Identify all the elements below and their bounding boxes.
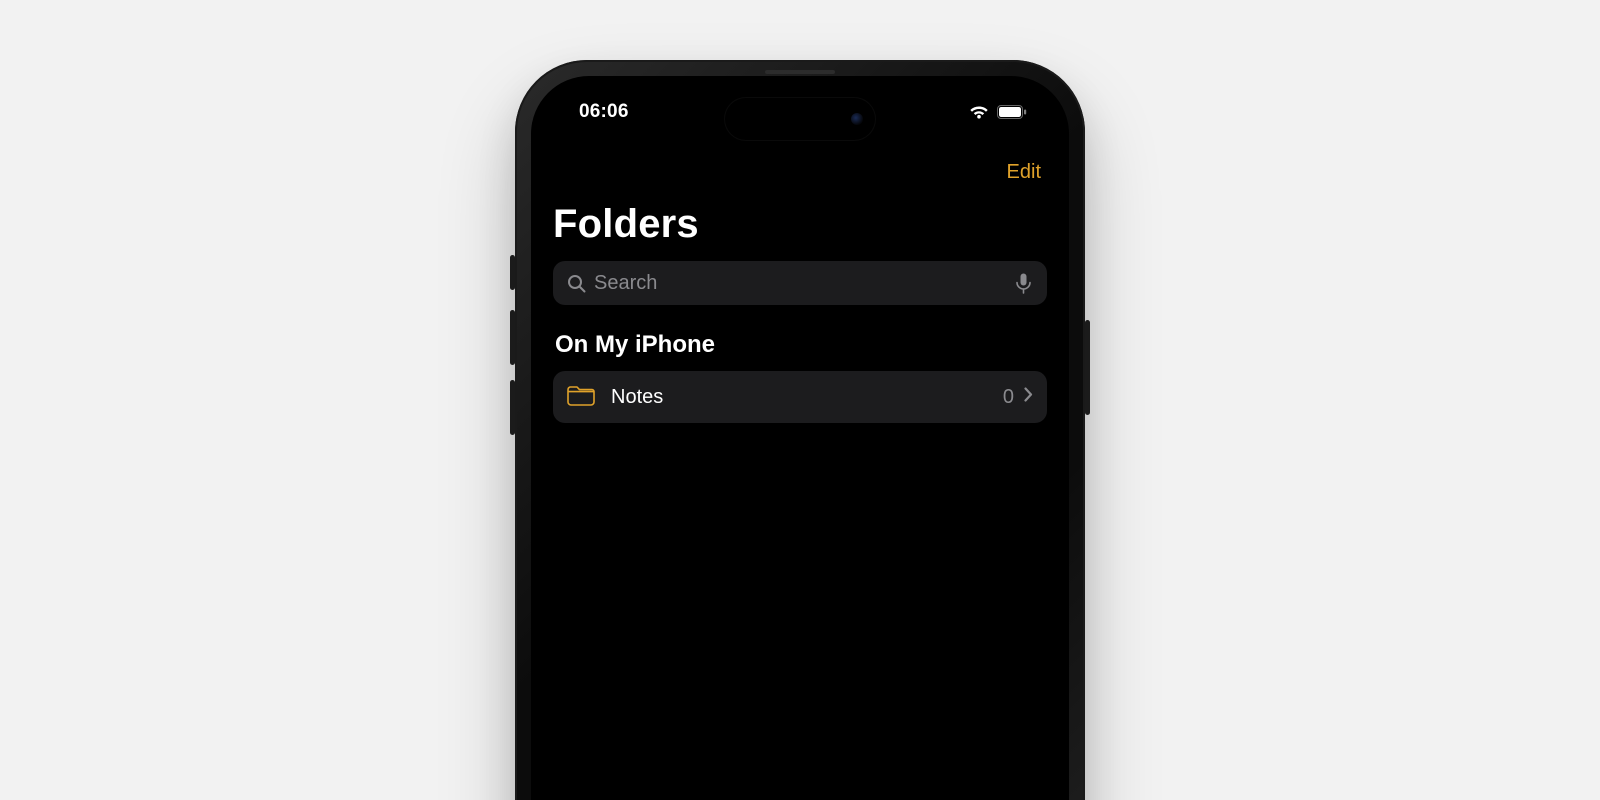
phone-screen: 06:06 <box>531 76 1069 800</box>
dictate-button[interactable] <box>1014 273 1033 294</box>
folder-name: Notes <box>611 386 1003 409</box>
folder-row-notes[interactable]: Notes 0 <box>553 371 1047 423</box>
status-time: 06:06 <box>579 101 629 123</box>
search-icon <box>567 274 586 293</box>
volume-up-button <box>510 310 515 365</box>
search-field[interactable] <box>553 261 1047 305</box>
search-input[interactable] <box>594 272 1014 295</box>
section-header-on-my-iphone: On My iPhone <box>555 331 1045 359</box>
folder-icon <box>567 384 595 411</box>
edit-button[interactable]: Edit <box>1007 161 1047 184</box>
chevron-right-icon <box>1024 387 1033 407</box>
mic-icon <box>1016 273 1031 294</box>
speaker-grille <box>765 70 835 74</box>
volume-down-button <box>510 380 515 435</box>
dynamic-island <box>725 98 875 140</box>
folder-count: 0 <box>1003 386 1014 409</box>
battery-icon <box>997 105 1027 119</box>
phone-frame: 06:06 <box>515 60 1085 800</box>
nav-bar: Edit <box>553 148 1047 196</box>
power-button <box>1085 320 1090 415</box>
folder-list: Notes 0 <box>553 371 1047 423</box>
silence-switch <box>510 255 515 290</box>
front-camera <box>851 113 863 125</box>
wifi-icon <box>969 105 989 120</box>
page-title: Folders <box>553 202 1047 247</box>
